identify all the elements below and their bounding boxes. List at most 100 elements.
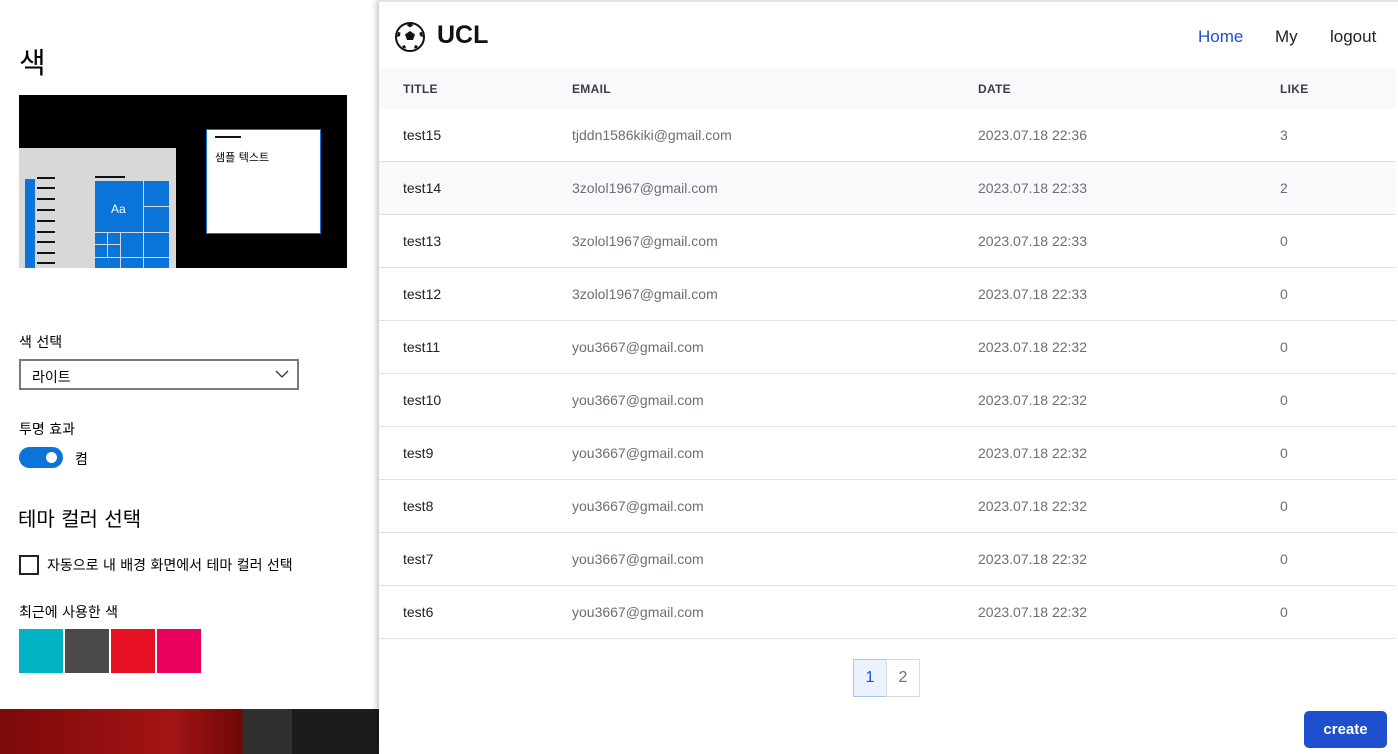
post-title[interactable]: test7 [403,551,433,567]
table-row[interactable]: test10 you3667@gmail.com 2023.07.18 22:3… [379,374,1396,427]
color-swatch[interactable] [111,629,155,673]
post-like-count: 0 [1280,233,1288,249]
posts-table: TITLE EMAIL DATE LIKE test15 tjddn1586ki… [379,69,1396,639]
auto-theme-label: 자동으로 내 배경 화면에서 테마 컬러 선택 [47,558,293,574]
post-title[interactable]: test12 [403,286,441,302]
preview-line [37,262,55,264]
post-title[interactable]: test15 [403,127,441,143]
create-post-button[interactable]: create [1304,711,1387,748]
post-title[interactable]: test8 [403,498,433,514]
post-date: 2023.07.18 22:33 [978,286,1087,302]
theme-preview: Aa 샘플 텍스트 [19,95,347,268]
preview-dialog: 샘플 텍스트 [206,129,321,234]
brand-logo[interactable]: UCL [437,21,488,50]
recent-colors [19,629,201,673]
column-header-like: LIKE [1280,82,1309,96]
post-date: 2023.07.18 22:32 [978,392,1087,408]
preview-line [37,220,55,222]
post-date: 2023.07.18 22:33 [978,233,1087,249]
post-like-count: 0 [1280,339,1288,355]
table-row[interactable]: test12 3zolol1967@gmail.com 2023.07.18 2… [379,268,1396,321]
preview-sidebar [25,179,35,268]
post-title[interactable]: test10 [403,392,441,408]
color-settings-panel: 색 Aa 샘플 텍스트 색 선택 라이트 투명 효과 켬 테마 컬러 선택 자동… [0,0,379,754]
post-email: you3667@gmail.com [572,392,704,408]
nav-my-link[interactable]: My [1275,27,1298,47]
color-mode-select[interactable]: 라이트 [19,359,299,390]
post-title[interactable]: test14 [403,180,441,196]
preview-line [37,231,55,233]
column-header-title: TITLE [403,82,438,96]
table-row[interactable]: test14 3zolol1967@gmail.com 2023.07.18 2… [379,162,1396,215]
preview-tile-text: Aa [111,202,126,216]
nav-home-link[interactable]: Home [1198,27,1243,47]
post-date: 2023.07.18 22:32 [978,551,1087,567]
table-row[interactable]: test9 you3667@gmail.com 2023.07.18 22:32… [379,427,1396,480]
post-title[interactable]: test13 [403,233,441,249]
theme-color-heading: 테마 컬러 선택 [18,507,142,531]
preview-line [37,177,55,179]
column-header-date: DATE [978,82,1011,96]
preview-sample-text: 샘플 텍스트 [215,151,270,164]
transparency-toggle[interactable] [19,447,63,468]
transparency-label: 투명 효과 [19,422,75,438]
page-button-1[interactable]: 1 [853,659,887,697]
toggle-knob [46,452,57,463]
preview-line [37,241,55,243]
transparency-state: 켬 [75,452,88,468]
column-header-email: EMAIL [572,82,611,96]
table-row[interactable]: test8 you3667@gmail.com 2023.07.18 22:32… [379,480,1396,533]
post-like-count: 0 [1280,498,1288,514]
preview-line [37,198,55,200]
post-email: you3667@gmail.com [572,339,704,355]
color-swatch[interactable] [65,629,109,673]
post-title[interactable]: test11 [403,339,440,355]
table-row[interactable]: test13 3zolol1967@gmail.com 2023.07.18 2… [379,215,1396,268]
post-like-count: 0 [1280,604,1288,620]
post-email: you3667@gmail.com [572,498,704,514]
post-email: 3zolol1967@gmail.com [572,180,718,196]
color-swatch[interactable] [157,629,201,673]
table-row[interactable]: test11 you3667@gmail.com 2023.07.18 22:3… [379,321,1396,374]
navbar: UCL Home My logout [379,4,1398,68]
page-button-2[interactable]: 2 [886,659,920,697]
board-app-window: UCL Home My logout TITLE EMAIL DATE LIKE… [379,0,1398,754]
nav-logout-link[interactable]: logout [1330,27,1376,47]
post-like-count: 0 [1280,445,1288,461]
post-date: 2023.07.18 22:32 [978,498,1087,514]
color-swatch[interactable] [19,629,63,673]
post-like-count: 3 [1280,127,1288,143]
preview-tiles [95,181,169,268]
preview-line [37,187,55,189]
post-email: 3zolol1967@gmail.com [572,286,718,302]
color-mode-value: 라이트 [32,370,71,386]
post-title[interactable]: test9 [403,445,433,461]
post-date: 2023.07.18 22:32 [978,604,1087,620]
post-date: 2023.07.18 22:32 [978,445,1087,461]
post-title[interactable]: test6 [403,604,433,620]
post-like-count: 0 [1280,551,1288,567]
table-row[interactable]: test6 you3667@gmail.com 2023.07.18 22:32… [379,586,1396,639]
post-email: you3667@gmail.com [572,445,704,461]
table-header: TITLE EMAIL DATE LIKE [379,69,1396,109]
chevron-down-icon [275,370,289,378]
recent-colors-label: 최근에 사용한 색 [19,605,119,621]
preview-line [95,176,125,178]
auto-theme-checkbox[interactable] [19,555,39,575]
post-email: tjddn1586kiki@gmail.com [572,127,732,143]
post-email: you3667@gmail.com [572,604,704,620]
preview-line [37,252,55,254]
table-row[interactable]: test7 you3667@gmail.com 2023.07.18 22:32… [379,533,1396,586]
post-like-count: 2 [1280,180,1288,196]
post-like-count: 0 [1280,286,1288,302]
preview-line [37,209,55,211]
post-date: 2023.07.18 22:33 [978,180,1087,196]
post-date: 2023.07.18 22:36 [978,127,1087,143]
color-select-label: 색 선택 [19,335,63,351]
pagination: 1 2 [853,659,920,697]
post-email: 3zolol1967@gmail.com [572,233,718,249]
table-row[interactable]: test15 tjddn1586kiki@gmail.com 2023.07.1… [379,109,1396,162]
soccer-ball-icon[interactable] [394,21,426,53]
post-like-count: 0 [1280,392,1288,408]
post-email: you3667@gmail.com [572,551,704,567]
